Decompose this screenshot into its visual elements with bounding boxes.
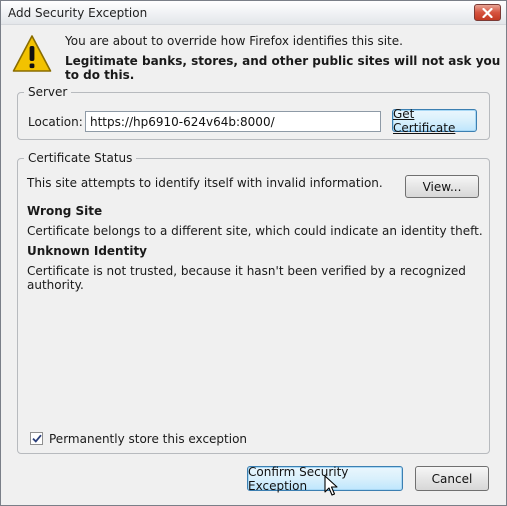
certificate-status-group: Certificate Status [17, 151, 490, 454]
view-certificate-button[interactable]: View... [405, 175, 479, 198]
mouse-pointer-icon [324, 475, 338, 496]
close-icon [482, 7, 493, 18]
window-title: Add Security Exception [8, 6, 148, 20]
location-label: Location: [28, 115, 83, 129]
checkmark-icon [31, 434, 42, 443]
cancel-label: Cancel [431, 471, 473, 486]
get-certificate-label: Get Certificate [393, 106, 456, 135]
unknown-identity-description: Certificate is not trusted, because it h… [27, 264, 466, 292]
security-exception-dialog: Add Security Exception You are about to … [0, 0, 507, 506]
location-input[interactable] [85, 111, 381, 132]
permanent-store-checkbox[interactable] [30, 432, 43, 445]
override-warning-text: You are about to override how Firefox id… [65, 34, 403, 48]
close-button[interactable] [474, 4, 501, 21]
cancel-button[interactable]: Cancel [415, 466, 489, 491]
certificate-status-legend: Certificate Status [24, 151, 137, 165]
server-group-legend: Server [24, 85, 72, 99]
title-bar[interactable]: Add Security Exception [1, 1, 506, 25]
get-certificate-button[interactable]: Get Certificate [392, 106, 477, 135]
view-certificate-label: View... [422, 179, 462, 194]
wrong-site-heading: Wrong Site [27, 204, 103, 218]
certificate-status-summary: This site attempts to identify itself wi… [27, 176, 383, 190]
permanent-store-label[interactable]: Permanently store this exception [49, 432, 247, 446]
warning-icon [12, 35, 52, 72]
legitimate-sites-warning-text: Legitimate banks, stores, and other publ… [65, 54, 501, 82]
unknown-identity-heading: Unknown Identity [27, 244, 148, 258]
wrong-site-description: Certificate belongs to a different site,… [27, 224, 483, 238]
